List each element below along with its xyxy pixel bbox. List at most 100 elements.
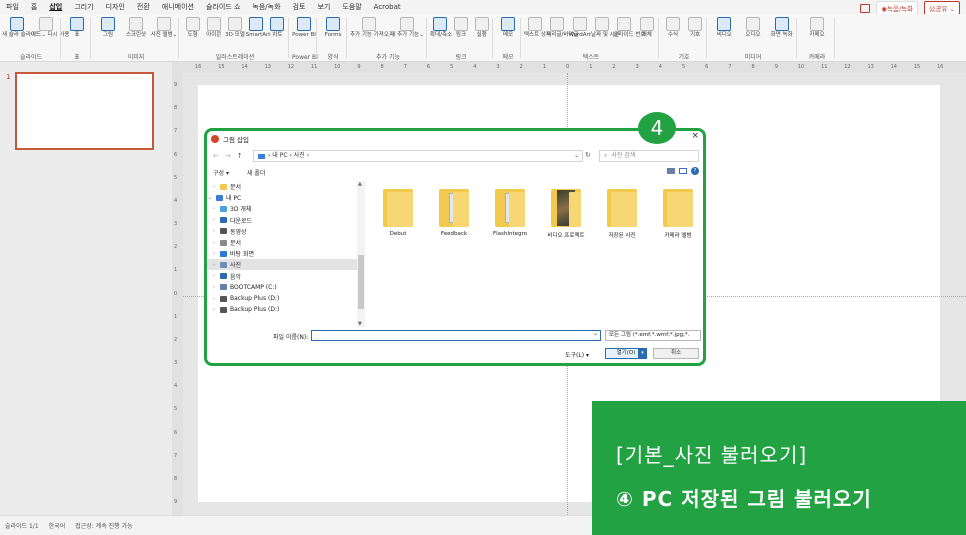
expand-arrow-icon[interactable]: ⌄ [207, 195, 213, 201]
scroll-up-icon[interactable]: ▲ [358, 181, 362, 187]
menu-tab[interactable]: 녹음/녹화 [252, 2, 280, 12]
scrollbar-thumb[interactable] [358, 255, 364, 309]
refresh-icon[interactable]: ↻ [585, 151, 591, 159]
expand-arrow-icon[interactable]: › [211, 217, 217, 223]
organize-button[interactable]: 구성 ▾ [213, 168, 229, 177]
menu-tab[interactable]: 애니메이션 [162, 2, 194, 12]
ribbon-button[interactable]: 개체 [636, 17, 658, 39]
up-arrow-icon[interactable]: ↑ [237, 152, 243, 160]
ribbon-button[interactable]: 이드⌄ 다시 사용 [31, 17, 69, 39]
ribbon-button[interactable]: 내 추가 기능⌄ [388, 17, 426, 39]
ribbon-button[interactable]: Forms [320, 17, 346, 39]
ribbon-button[interactable]: 머리글/바닥글 [546, 17, 579, 39]
menu-tab[interactable]: 보기 [317, 2, 330, 12]
tree-item[interactable]: › 음악 [207, 271, 357, 282]
filename-input[interactable]: ⌄ [311, 330, 601, 341]
cancel-button[interactable]: 취소 [653, 348, 699, 359]
menu-tab[interactable]: 그리기 [74, 2, 93, 12]
share-button[interactable]: 公공유 ⌄ [924, 1, 960, 15]
tree-item[interactable]: › 문서 [207, 237, 357, 248]
ribbon-button[interactable]: 도형 [182, 17, 203, 39]
ribbon-button[interactable]: 아이콘 [203, 17, 224, 39]
file-item[interactable]: 비디오 프로젝트 [537, 183, 595, 239]
close-icon[interactable]: × [691, 131, 699, 141]
slide-thumbnail[interactable] [15, 72, 154, 150]
menu-tab[interactable]: 슬라이드 쇼 [206, 2, 240, 12]
expand-arrow-icon[interactable]: › [211, 307, 217, 313]
chevron-down-icon[interactable]: ⌄ [574, 151, 579, 161]
chevron-down-icon[interactable]: ▾ [638, 349, 646, 358]
tree-scrollbar[interactable]: ▲ ▼ [357, 181, 365, 327]
menu-tab[interactable]: 디자인 [106, 2, 125, 12]
ribbon-button[interactable]: Power BI [292, 17, 316, 39]
ribbon-button[interactable]: 3D 모델 [224, 17, 245, 39]
view-options-icon[interactable] [667, 168, 675, 174]
ribbon-button[interactable]: WordArt [569, 17, 591, 39]
expand-arrow-icon[interactable]: › [211, 251, 217, 257]
preview-pane-icon[interactable] [679, 168, 687, 174]
chevron-down-icon[interactable]: ⌄ [593, 330, 598, 337]
ribbon-button[interactable]: 표 [64, 17, 90, 39]
tree-item[interactable]: › 3D 개체 [207, 203, 357, 214]
menu-tab[interactable]: 삽입 [49, 2, 62, 12]
menu-tab[interactable]: 파일 [6, 2, 19, 12]
ribbon-button[interactable]: 새 슬라 슬라이드 [2, 17, 41, 39]
language[interactable]: 한국어 [49, 521, 66, 530]
expand-arrow-icon[interactable]: › [211, 206, 217, 212]
ribbon-button[interactable]: 그림 [94, 17, 122, 39]
menu-tab[interactable]: 검토 [293, 2, 306, 12]
ribbon-button[interactable]: 텍스트 상자 [524, 17, 551, 39]
file-item[interactable]: 저장된 사진 [593, 183, 651, 239]
ribbon-button[interactable]: 오디오 [739, 17, 768, 39]
expand-arrow-icon[interactable]: › [211, 228, 217, 234]
tree-item[interactable]: › Backup Plus (D:) [207, 304, 357, 315]
menu-tab[interactable]: 도움말 [342, 2, 361, 12]
expand-arrow-icon[interactable]: › [211, 184, 217, 190]
file-item[interactable]: Feedback [425, 183, 483, 237]
forward-arrow-icon[interactable]: → [225, 152, 231, 160]
ribbon-button[interactable]: 스크린샷 [122, 17, 150, 39]
new-folder-button[interactable]: 새 폴더 [247, 168, 265, 177]
tree-item[interactable]: › BOOTCAMP (C:) [207, 282, 357, 293]
help-icon[interactable]: ? [691, 167, 699, 175]
expand-arrow-icon[interactable]: › [211, 273, 217, 279]
tools-menu[interactable]: 도구(L) ▾ [565, 350, 589, 359]
ribbon-button[interactable]: SmartArt [246, 17, 270, 39]
tree-item[interactable]: › 바탕 화면 [207, 248, 357, 259]
comments-icon[interactable] [860, 3, 871, 13]
file-type-filter[interactable]: 모든 그림 (*.emf;*.wmf;*.jpg;*. [605, 330, 701, 341]
ribbon-button[interactable]: 실행 [471, 17, 492, 39]
open-button[interactable]: 열기(O) ▾ [605, 348, 647, 359]
file-item[interactable]: Debut [369, 183, 427, 237]
menu-tab[interactable]: Acrobat [374, 3, 401, 11]
expand-arrow-icon[interactable]: › [211, 284, 217, 290]
tree-item[interactable]: › 다운로드 [207, 215, 357, 226]
search-box[interactable]: ⌕ 사진 검색 [599, 150, 699, 162]
ribbon-button[interactable]: 기호 [684, 17, 706, 39]
record-button[interactable]: ◉녹음/녹화 [876, 1, 919, 15]
accessibility-status[interactable]: 접근성: 계속 진행 가능 [75, 521, 132, 530]
tree-item[interactable]: › 문서 [207, 181, 357, 192]
tree-item[interactable]: ⌄ 내 PC [207, 192, 357, 203]
ribbon-button[interactable]: 슬라이드 번호 [613, 17, 645, 39]
scroll-down-icon[interactable]: ▼ [358, 321, 362, 327]
ribbon-button[interactable]: 메모 [496, 17, 520, 39]
ribbon-button[interactable]: 사진 앨범⌄ [150, 17, 178, 39]
ribbon-button[interactable]: 확대/축소 [430, 17, 452, 39]
ribbon-button[interactable]: 추가 기능 가져오기 [350, 17, 394, 39]
menu-tab[interactable]: 홈 [31, 2, 37, 12]
ribbon-button[interactable]: 카메오 [800, 17, 834, 39]
tree-item[interactable]: › Backup Plus (D:) [207, 293, 357, 304]
menu-tab[interactable]: 전환 [137, 2, 150, 12]
file-item[interactable]: 카메라 앨범 [649, 183, 703, 239]
ribbon-button[interactable]: 차트 [267, 17, 288, 39]
expand-arrow-icon[interactable]: › [211, 296, 217, 302]
tree-item[interactable]: › 사진 [207, 259, 357, 271]
ribbon-button[interactable]: 수식 [662, 17, 684, 39]
ribbon-button[interactable]: 링크 [451, 17, 472, 39]
expand-arrow-icon[interactable]: › [211, 240, 217, 246]
address-bar[interactable]: › 내 PC › 사진 › ⌄ [253, 150, 583, 162]
back-arrow-icon[interactable]: ← [213, 152, 219, 160]
ribbon-button[interactable]: 화면 녹화 [767, 17, 796, 39]
file-item[interactable]: FlashIntegro [481, 183, 539, 237]
